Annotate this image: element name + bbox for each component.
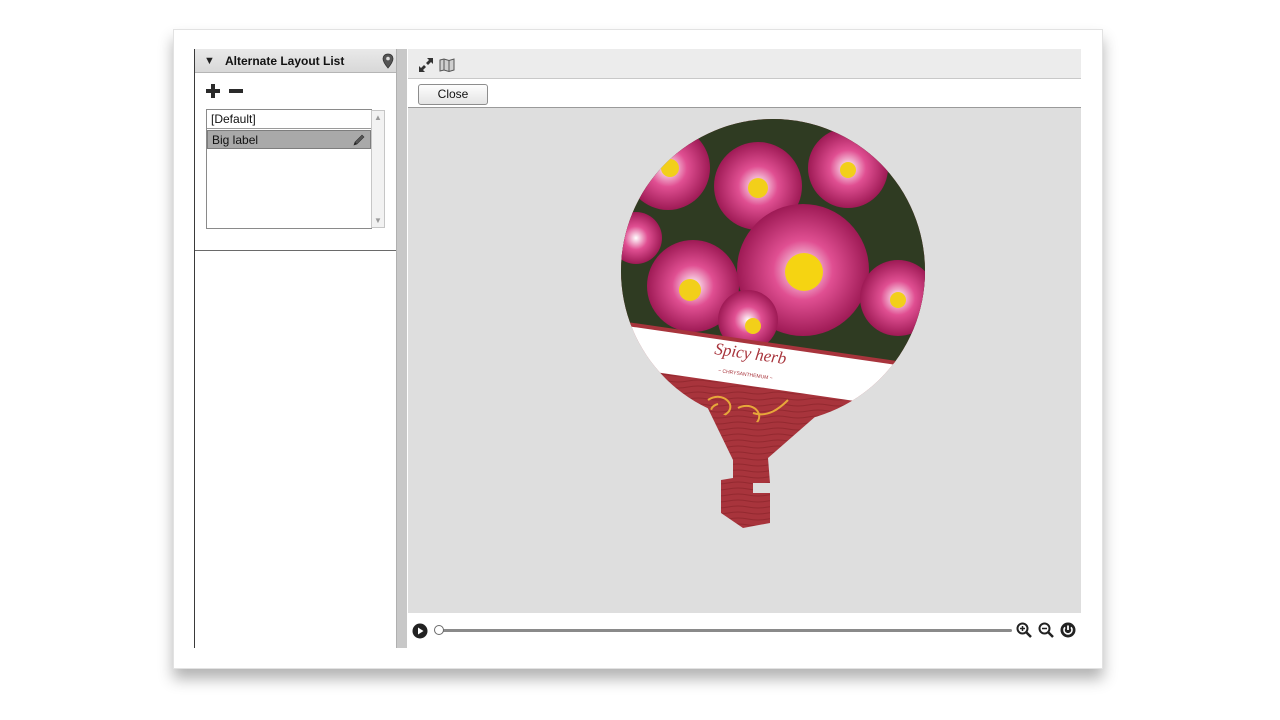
alternate-layout-panel: ▼ Alternate Layout List [Default] Big la… xyxy=(194,49,397,648)
collapse-triangle-icon[interactable]: ▼ xyxy=(204,55,215,67)
minus-icon[interactable] xyxy=(229,84,243,98)
list-item-label: Big label xyxy=(212,133,259,147)
list-item-label: [Default] xyxy=(211,112,256,126)
pin-icon[interactable] xyxy=(382,53,394,74)
close-bar: Close xyxy=(408,80,1081,108)
expand-icon[interactable] xyxy=(418,57,434,78)
list-item-default[interactable]: [Default] xyxy=(207,110,371,129)
scroll-up-icon[interactable]: ▲ xyxy=(374,113,382,122)
layout-list: [Default] Big label xyxy=(206,109,372,229)
plus-icon[interactable] xyxy=(206,84,220,98)
zoom-out-icon[interactable] xyxy=(1038,622,1054,643)
preview-toolbar xyxy=(408,49,1081,79)
play-icon[interactable] xyxy=(412,623,428,644)
timeline-knob[interactable] xyxy=(434,625,444,635)
reset-icon[interactable] xyxy=(1060,622,1076,643)
preview-controls xyxy=(408,613,1081,648)
close-button[interactable]: Close xyxy=(418,84,488,105)
zoom-in-icon[interactable] xyxy=(1016,622,1032,643)
timeline-track[interactable] xyxy=(435,629,1012,632)
list-scrollbar[interactable]: ▲ ▼ xyxy=(371,110,385,228)
label-preview-area: Spicy herb ~ CHRYSANTHEMUM ~ xyxy=(408,108,1081,613)
list-item-big-label[interactable]: Big label xyxy=(207,130,371,149)
scroll-down-icon[interactable]: ▼ xyxy=(374,216,382,225)
pencil-icon[interactable] xyxy=(352,133,366,152)
plant-label-preview: Spicy herb ~ CHRYSANTHEMUM ~ xyxy=(621,119,925,528)
panel-title: Alternate Layout List xyxy=(225,54,345,68)
panel-divider[interactable] xyxy=(396,49,407,648)
map-icon[interactable] xyxy=(439,58,455,77)
panel-header: ▼ Alternate Layout List xyxy=(195,49,397,73)
